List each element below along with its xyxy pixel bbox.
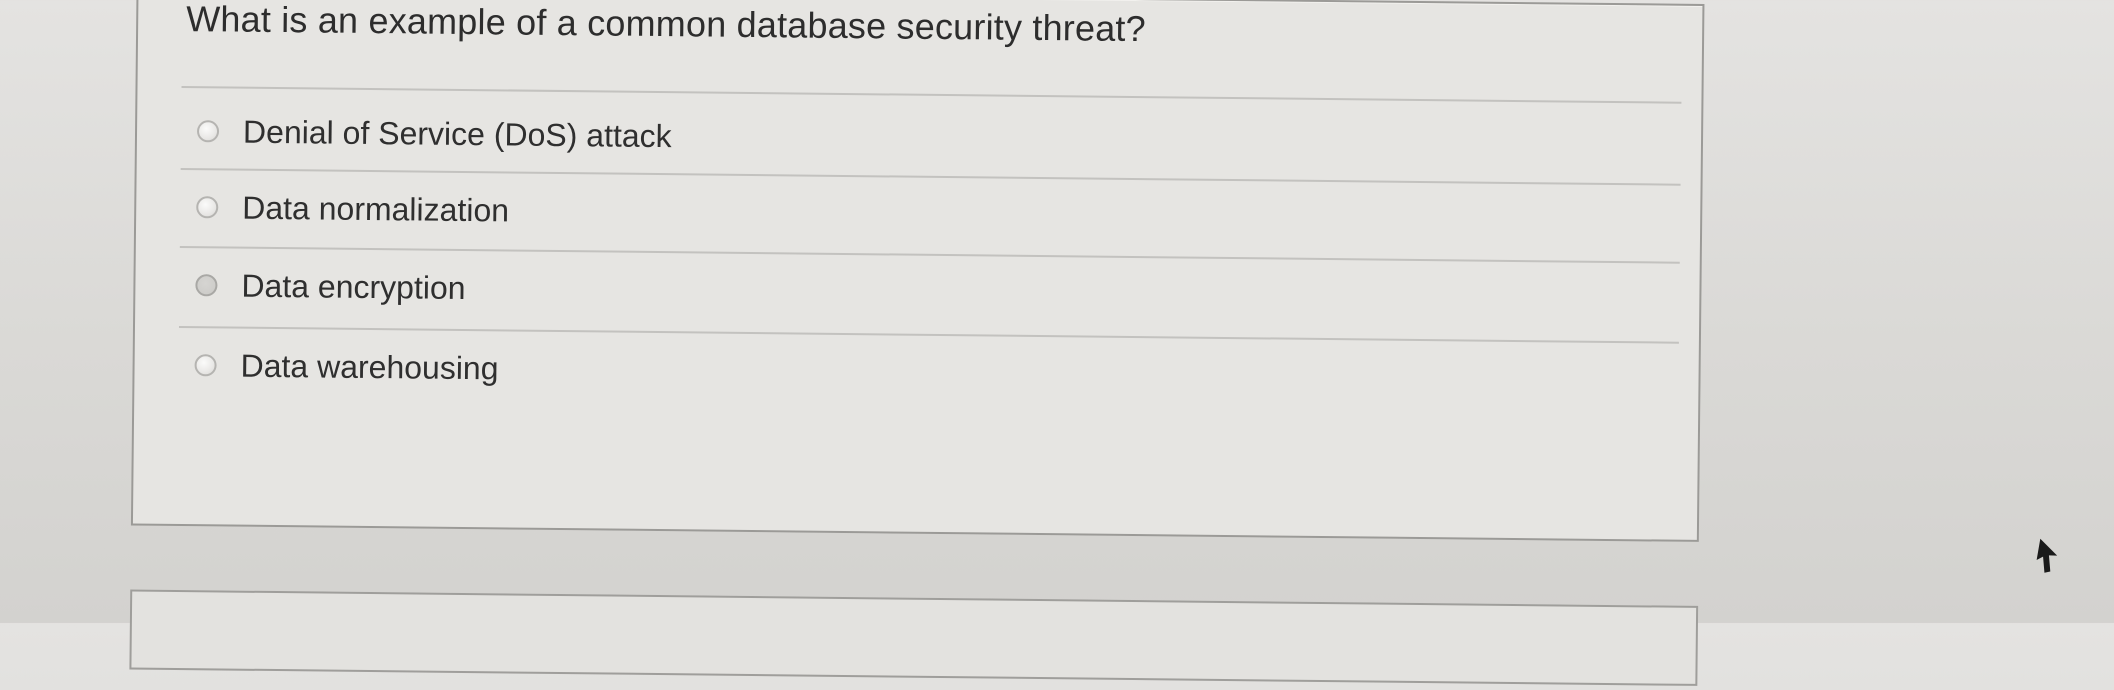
radio-button-icon[interactable] — [196, 196, 219, 219]
option-data-warehousing[interactable]: Data warehousing — [194, 338, 499, 395]
option-label: Denial of Service (DoS) attack — [242, 113, 672, 154]
option-label: Data warehousing — [240, 347, 499, 386]
option-label: Data normalization — [242, 189, 510, 228]
option-data-normalization[interactable]: Data normalization — [196, 180, 509, 237]
divider — [181, 86, 1682, 104]
question-card: What is an example of a common database … — [130, 0, 1705, 542]
radio-button-icon[interactable] — [196, 120, 220, 143]
option-label: Data encryption — [241, 267, 466, 306]
next-question-card — [129, 589, 1699, 686]
radio-button-icon[interactable] — [194, 354, 217, 377]
mouse-pointer-icon — [2036, 538, 2058, 573]
option-data-encryption[interactable]: Data encryption — [195, 258, 466, 315]
quiz-page: What is an example of a common database … — [0, 0, 2114, 686]
radio-button-icon[interactable] — [195, 274, 218, 297]
option-dos-attack[interactable]: Denial of Service (DoS) attack — [196, 104, 672, 163]
question-text: What is an example of a common database … — [186, 0, 1147, 50]
